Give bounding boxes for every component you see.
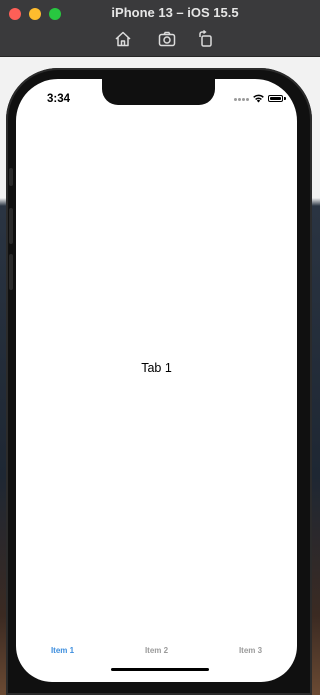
- tab-bar: Item 1 Item 2 Item 3: [16, 634, 297, 682]
- device-screen: 3:34 Tab 1 Item 1 Item 2 Item 3: [16, 79, 297, 682]
- wifi-icon: [253, 94, 264, 103]
- battery-cap: [284, 97, 286, 100]
- volume-down-button: [9, 254, 13, 290]
- mute-switch: [9, 168, 13, 186]
- cellular-signal-icon: [234, 98, 250, 101]
- tab-item-1[interactable]: Item 1: [16, 634, 109, 682]
- screenshot-icon[interactable]: [158, 30, 176, 48]
- tab-content-label: Tab 1: [141, 361, 172, 375]
- tab-item-3[interactable]: Item 3: [204, 634, 297, 682]
- rotate-icon[interactable]: [197, 30, 215, 48]
- home-icon[interactable]: [114, 30, 132, 48]
- simulator-title-bar: iPhone 13 – iOS 15.5: [0, 0, 320, 57]
- window-title: iPhone 13 – iOS 15.5: [111, 5, 239, 20]
- home-indicator[interactable]: [111, 668, 209, 671]
- notch: [102, 79, 215, 105]
- volume-up-button: [9, 208, 13, 244]
- tab-item-2[interactable]: Item 2: [110, 634, 203, 682]
- battery-icon: [268, 95, 283, 102]
- status-time: 3:34: [47, 93, 71, 105]
